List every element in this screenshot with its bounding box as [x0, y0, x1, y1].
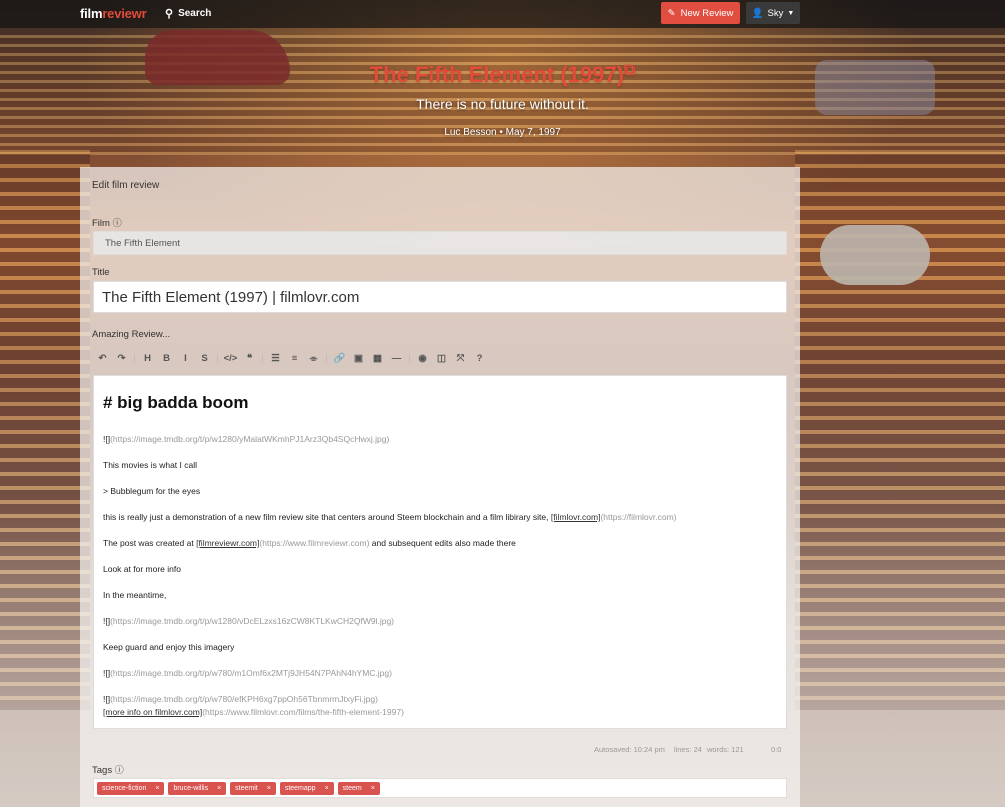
ordered-list-icon[interactable]: ≡ [285, 353, 304, 364]
film-tagline: There is no future without it. [416, 96, 589, 112]
chevron-down-icon: ▼ [787, 9, 795, 17]
brand-logo[interactable]: filmreviewr [80, 6, 147, 21]
tag-label: steem [342, 784, 362, 792]
editor-line: Keep guard and enjoy this imagery [103, 642, 235, 652]
new-review-button[interactable]: ✎ New Review [661, 2, 740, 24]
editor-line: [more info on filmlovr.com](https://www.… [103, 707, 404, 717]
strikethrough-icon[interactable]: S [195, 353, 214, 364]
fullscreen-icon[interactable]: ⤧ [451, 353, 470, 364]
tag-label: bruce-willis [173, 784, 209, 792]
code-icon[interactable]: </> [221, 353, 240, 364]
close-icon[interactable]: × [155, 782, 159, 795]
editor-line: Look at for more info [103, 564, 181, 574]
clean-block-icon[interactable]: ⌯ [304, 353, 323, 364]
tags-label: Tags ⓘ [92, 765, 124, 776]
heading-icon[interactable]: H [138, 353, 157, 364]
editor-line: ![](https://image.tmdb.org/t/p/w1280/vDc… [103, 616, 395, 626]
tag-chip[interactable]: bruce-willis × [168, 781, 227, 795]
editor-line: The post was created at [filmreviewr.com… [103, 538, 516, 548]
editor-line: ![](https://image.tmdb.org/t/p/w1280/yMa… [103, 434, 390, 444]
tag-label: steemit [235, 784, 258, 792]
title-label: Title [92, 267, 110, 278]
unordered-list-icon[interactable]: ☰ [266, 353, 285, 364]
redo-icon[interactable]: ↷ [112, 353, 131, 364]
quote-icon[interactable]: ❝ [240, 353, 259, 364]
toolbar-separator: | [408, 352, 411, 364]
link-icon[interactable]: 🔗 [330, 353, 349, 364]
editor-line: ![](https://image.tmdb.org/t/p/w780/m1Om… [103, 668, 392, 678]
editor-line: This movies is what I call [103, 460, 197, 470]
navbar: filmreviewr ⚲ Search ✎ New Review 👤 Sky … [0, 0, 1005, 28]
tag-chip[interactable]: steemapp × [279, 781, 334, 795]
tag-chip[interactable]: steemit × [230, 781, 276, 795]
toolbar-separator: | [325, 352, 328, 364]
autosaved-status: Autosaved: 10:24 pm [594, 745, 665, 754]
editor-toolbar: ↶ ↷ | H B I S | </> ❝ | ☰ ≡ ⌯ | 🔗 ▣ ▦ — | ◉ ◫ ⤧? [93, 347, 489, 369]
film-meta: Luc Besson • May 7, 1997 [444, 127, 561, 138]
horizontal-rule-icon[interactable]: — [387, 353, 406, 364]
cursor-position: 0:0 [771, 745, 782, 754]
film-field[interactable]: The Fifth Element [93, 231, 787, 255]
tag-chip[interactable]: science-fiction × [97, 781, 165, 795]
help-icon[interactable]: ? [470, 353, 489, 364]
close-icon[interactable]: × [325, 782, 329, 795]
film-label: Film ⓘ [92, 218, 122, 229]
title-field[interactable]: The Fifth Element (1997) | filmlovr.com [93, 281, 787, 313]
editor-heading-line: # big badda boom [103, 393, 249, 412]
editor-line: In the meantime, [103, 590, 167, 600]
editor-line: ![](https://image.tmdb.org/t/p/w780/efKP… [103, 694, 378, 704]
tag-label: science-fiction [102, 784, 147, 792]
preview-icon[interactable]: ◉ [413, 353, 432, 364]
undo-icon[interactable]: ↶ [93, 353, 112, 364]
new-review-label: New Review [680, 7, 734, 19]
editor-line: > Bubblegum for the eyes [103, 486, 201, 496]
image-icon[interactable]: ▣ [349, 353, 368, 364]
review-label: Amazing Review... [92, 329, 171, 340]
markdown-editor[interactable]: # big badda boom ![](https://image.tmdb.… [93, 375, 787, 729]
search-icon: ⚲ [165, 8, 174, 20]
close-icon[interactable]: × [217, 782, 221, 795]
user-menu-button[interactable]: 👤 Sky ▼ [746, 2, 800, 24]
tags-input[interactable]: science-fiction × bruce-willis × steemit × ste… [93, 778, 787, 798]
info-icon[interactable]: ⓘ [113, 218, 122, 228]
table-icon[interactable]: ▦ [368, 353, 387, 364]
words-count: words: 121 [707, 745, 744, 754]
close-icon[interactable]: × [371, 782, 375, 795]
side-by-side-icon[interactable]: ◫ [432, 353, 451, 364]
bold-icon[interactable]: B [157, 353, 176, 364]
external-link-icon: ⧉ [623, 62, 636, 79]
film-title-link[interactable]: The Fifth Element (1997)⧉ [0, 62, 1005, 88]
tag-label: steemapp [284, 784, 316, 792]
edit-icon: ✎ [667, 7, 676, 19]
tag-chip[interactable]: steem × [337, 781, 380, 795]
editor-line: this is really just a demonstration of a… [103, 512, 677, 522]
info-icon[interactable]: ⓘ [115, 765, 124, 775]
user-icon: 👤 [751, 7, 764, 19]
search-label: Search [178, 8, 212, 19]
toolbar-separator: | [133, 352, 136, 364]
italic-icon[interactable]: I [176, 353, 195, 364]
panel-heading: Edit film review [92, 180, 160, 191]
edit-review-panel: Edit film review Film ⓘ The Fifth Elemen… [80, 167, 800, 807]
user-name: Sky [767, 7, 784, 19]
toolbar-separator: | [261, 352, 264, 364]
search-link[interactable]: ⚲ Search [165, 7, 211, 20]
lines-count: lines: 24 [674, 745, 702, 754]
toolbar-separator: | [216, 352, 219, 364]
close-icon[interactable]: × [267, 782, 271, 795]
